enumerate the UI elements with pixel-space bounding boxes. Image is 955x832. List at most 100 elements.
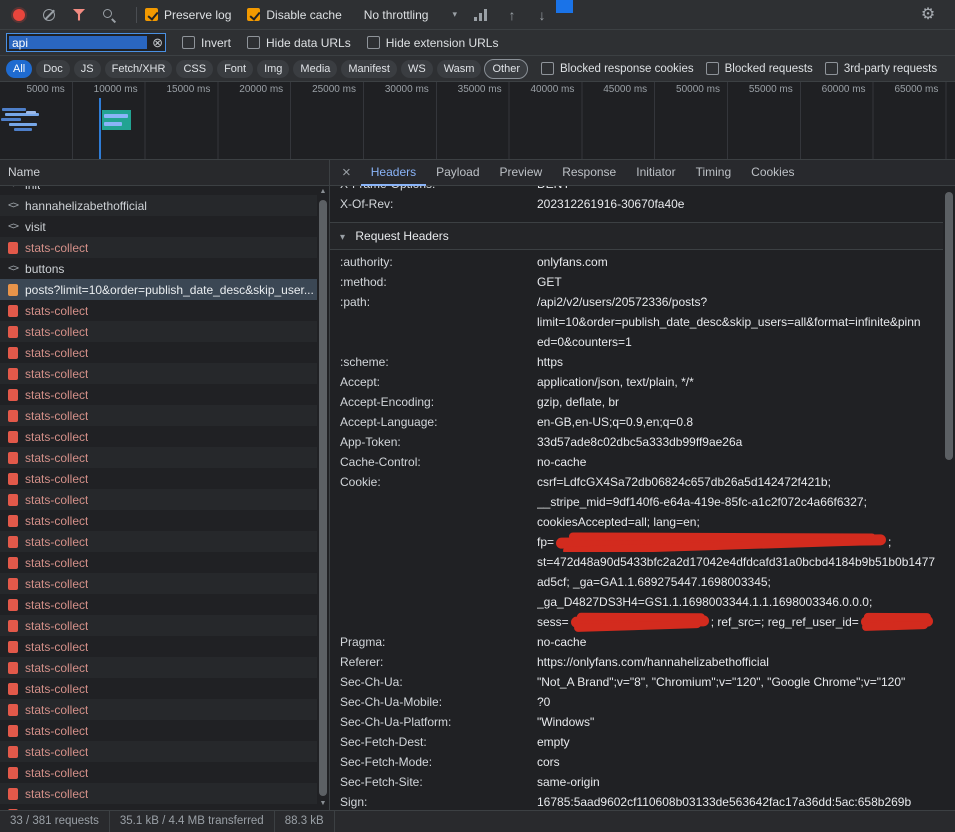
request-row[interactable]: stats-collect [0,405,317,426]
throttling-dropdown[interactable]: No throttling ▾ [364,8,457,22]
details-tabs: HeadersPayloadPreviewResponseInitiatorTi… [361,160,805,186]
timeline-overview[interactable]: 5000 ms10000 ms15000 ms20000 ms25000 ms3… [0,82,955,160]
type-filter-css[interactable]: CSS [176,60,213,78]
header-value-line: fp=; [537,532,943,552]
request-row[interactable]: stats-collect [0,594,317,615]
request-row[interactable]: <>buttons [0,258,317,279]
type-filter-js[interactable]: JS [74,60,101,78]
type-filter-font[interactable]: Font [217,60,253,78]
name-column-header[interactable]: Name [0,160,329,186]
request-row[interactable]: stats-collect [0,636,317,657]
request-name: stats-collect [25,535,88,549]
details-scrollbar[interactable] [943,186,955,810]
scroll-down-icon[interactable]: ▼ [317,798,329,810]
checkbox-preserve-log[interactable]: Preserve log [145,8,231,22]
details-top-rows: X-Frame-Options:DENYX-Of-Rev:20231226191… [330,186,943,214]
checkbox-3rd-party-requests[interactable]: 3rd-party requests [825,62,937,75]
request-row[interactable]: stats-collect [0,741,317,762]
type-filter-img[interactable]: Img [257,60,289,78]
clear-filter-icon[interactable]: ⊗ [152,35,163,51]
scroll-up-icon[interactable]: ▲ [317,186,329,198]
record-button[interactable] [8,4,30,26]
scrollbar-thumb[interactable] [945,192,953,460]
checkbox-box-icon [182,36,195,49]
blocked-icon [8,683,18,695]
search-icon [102,8,116,22]
checkbox-label: 3rd-party requests [844,63,937,75]
checkbox-disable-cache[interactable]: Disable cache [247,8,341,22]
type-filter-ws[interactable]: WS [401,60,433,78]
activity-bar [9,123,37,126]
request-name: stats-collect [25,598,88,612]
request-headers-section[interactable]: ▾ Request Headers [330,222,943,250]
request-row[interactable]: stats-collect [0,657,317,678]
request-row[interactable]: stats-collect [0,615,317,636]
tab-cookies[interactable]: Cookies [741,160,804,186]
tab-payload[interactable]: Payload [426,160,489,186]
settings-button[interactable]: ⚙ [917,4,939,26]
request-row[interactable]: stats-collect [0,384,317,405]
request-row[interactable]: stats-collect [0,552,317,573]
tab-timing[interactable]: Timing [686,160,742,186]
chevron-down-icon: ▾ [452,9,457,20]
request-row[interactable]: stats-collect [0,804,317,810]
request-row[interactable]: stats-collect [0,510,317,531]
script-icon: <> [8,186,18,190]
type-filter-doc[interactable]: Doc [36,60,70,78]
export-har-button[interactable]: ↓ [531,4,553,26]
request-row[interactable]: <>visit [0,216,317,237]
request-row[interactable]: stats-collect [0,363,317,384]
tab-response[interactable]: Response [552,160,626,186]
request-row[interactable]: <>hannahelizabethofficial [0,195,317,216]
filter-toggle-button[interactable] [68,4,90,26]
checkbox-label: Disable cache [266,8,341,22]
request-row[interactable]: stats-collect [0,342,317,363]
requests-scrollbar[interactable]: ▲ ▼ [317,186,329,810]
type-filter-wasm[interactable]: Wasm [437,60,482,78]
checkbox-hide-data-urls[interactable]: Hide data URLs [247,36,351,50]
scrollbar-thumb[interactable] [319,200,327,796]
request-row[interactable]: stats-collect [0,426,317,447]
type-filter-other[interactable]: Other [485,60,527,78]
request-row[interactable]: stats-collect [0,300,317,321]
checkbox-hide-extension-urls[interactable]: Hide extension URLs [367,36,499,50]
request-row[interactable]: stats-collect [0,573,317,594]
network-conditions-button[interactable] [471,4,493,26]
request-row[interactable]: stats-collect [0,321,317,342]
blocked-icon [8,767,18,779]
request-row[interactable]: stats-collect [0,699,317,720]
type-filter-all[interactable]: All [6,60,32,78]
request-row[interactable]: stats-collect [0,783,317,804]
checkbox-blocked-response-cookies[interactable]: Blocked response cookies [541,62,694,75]
checkbox-label: Blocked response cookies [560,63,694,75]
filter-bar: api ⊗ Invert Hide data URLs Hide extension… [0,30,955,56]
header-value-line: sess=; ref_src=; reg_ref_user_id= [537,612,943,632]
request-row[interactable]: stats-collect [0,447,317,468]
request-row[interactable]: posts?limit=10&order=publish_date_desc&s… [0,279,317,300]
checkbox-invert[interactable]: Invert [182,36,231,50]
search-button[interactable] [98,4,120,26]
clear-button[interactable] [38,4,60,26]
header-row: Sec-Fetch-Mode:cors [330,752,943,772]
request-row[interactable]: stats-collect [0,762,317,783]
checkbox-blocked-requests[interactable]: Blocked requests [706,62,813,75]
request-row[interactable]: stats-collect [0,678,317,699]
filter-input[interactable]: api ⊗ [6,33,166,52]
tab-initiator[interactable]: Initiator [626,160,685,186]
type-filter-fetch-xhr[interactable]: Fetch/XHR [105,60,173,78]
request-row[interactable]: stats-collect [0,237,317,258]
checkbox-box-icon [541,62,554,75]
details-tabbar: × HeadersPayloadPreviewResponseInitiator… [330,160,955,186]
type-filter-media[interactable]: Media [293,60,337,78]
request-name: stats-collect [25,241,88,255]
close-icon[interactable]: × [330,164,361,181]
request-row[interactable]: stats-collect [0,489,317,510]
tab-headers[interactable]: Headers [361,160,426,186]
tab-preview[interactable]: Preview [490,160,553,186]
request-row[interactable]: stats-collect [0,531,317,552]
import-har-button[interactable]: ↑ [501,4,523,26]
request-row[interactable]: stats-collect [0,720,317,741]
request-row[interactable]: stats-collect [0,468,317,489]
type-filter-manifest[interactable]: Manifest [341,60,397,78]
request-row[interactable]: <>init [0,186,317,195]
